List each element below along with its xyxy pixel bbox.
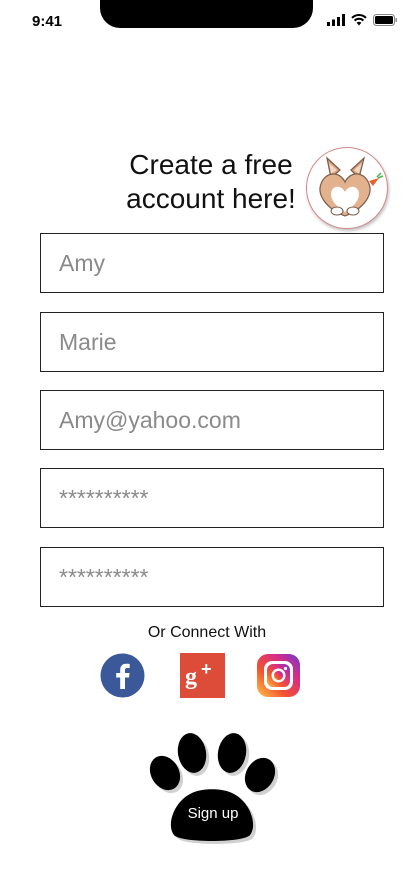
device-notch (100, 0, 313, 28)
last-name-field[interactable] (40, 312, 384, 372)
confirm-password-field[interactable] (40, 547, 384, 607)
facebook-button[interactable] (100, 653, 145, 698)
status-time: 9:41 (32, 13, 63, 30)
facebook-icon (100, 653, 145, 698)
signal-icon (327, 14, 345, 26)
signup-paw-button[interactable] (144, 731, 280, 847)
status-icons (327, 14, 398, 26)
page-title: Create a free account here! (126, 149, 296, 214)
instagram-icon (257, 654, 300, 697)
corgi-mascot-avatar (306, 147, 388, 229)
paw-icon (149, 733, 279, 844)
email-input[interactable] (59, 406, 365, 434)
corgi-heart-icon (319, 156, 384, 217)
google-plus-icon: g + (180, 653, 225, 698)
confirm-password-input[interactable] (59, 563, 365, 591)
last-name-input[interactable] (59, 328, 365, 356)
google-plus-button[interactable]: g + (180, 653, 225, 698)
instagram-button[interactable] (256, 653, 301, 698)
email-field[interactable] (40, 390, 384, 450)
wifi-icon (351, 14, 367, 26)
connect-label: Or Connect With (147, 624, 267, 641)
first-name-field[interactable] (40, 233, 384, 293)
password-field[interactable] (40, 468, 384, 528)
battery-icon (373, 14, 397, 26)
svg-text:g: g (185, 664, 197, 690)
svg-text:+: + (201, 659, 212, 679)
first-name-input[interactable] (59, 249, 365, 277)
status-bar: 9:41 (0, 0, 414, 44)
password-input[interactable] (59, 484, 365, 512)
